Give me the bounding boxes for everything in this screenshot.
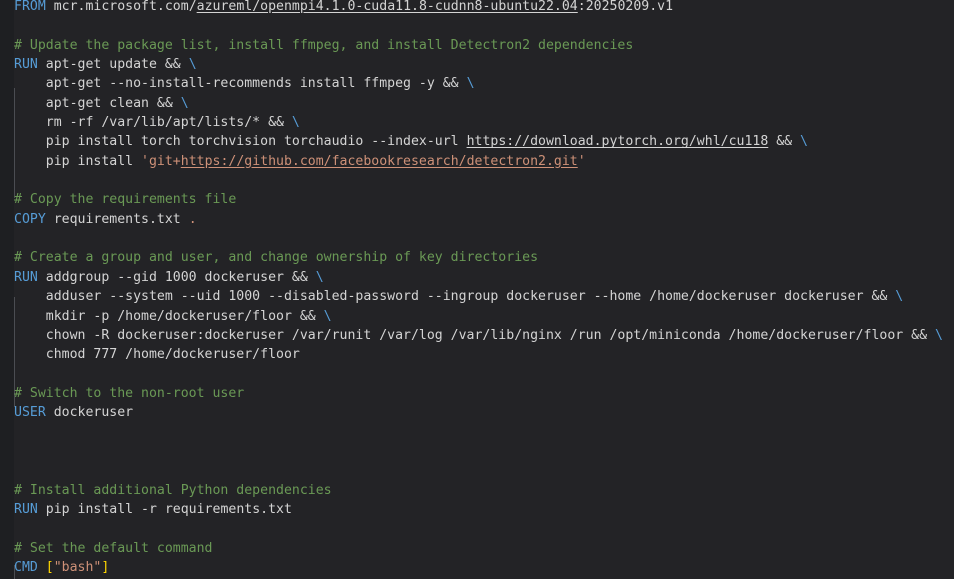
editor-gutter bbox=[0, 0, 14, 579]
code-line-7: apt-get clean && \ bbox=[14, 94, 954, 113]
command-text: apt-get clean && bbox=[14, 95, 181, 111]
cmd-keyword: CMD bbox=[14, 559, 38, 575]
line-continuation: \ bbox=[466, 76, 475, 92]
code-line-4: # Update the package list, install ffmpe… bbox=[14, 36, 954, 55]
code-line-5: RUN apt-get update && \ bbox=[14, 55, 954, 74]
code-line-25-blank bbox=[14, 442, 954, 461]
copy-keyword: COPY bbox=[14, 211, 46, 227]
image-prefix: mcr.microsoft.com/ bbox=[53, 0, 197, 14]
code-line-6: apt-get --no-install-recommends install … bbox=[14, 74, 954, 93]
base-image-link[interactable]: azureml/openmpi4.1.0-cuda11.8-cudnn8-ubu… bbox=[197, 0, 578, 14]
comment-text: # Update the package list, install ffmpe… bbox=[14, 37, 634, 53]
code-content[interactable]: # Use a GPU-enabled base image for Azure… bbox=[14, 0, 954, 579]
run-keyword: RUN bbox=[14, 501, 38, 517]
comment-text: # Install additional Python dependencies bbox=[14, 482, 332, 498]
code-line-3-blank bbox=[14, 16, 954, 35]
cmd-string: "bash" bbox=[53, 559, 102, 575]
command-text: pip install torch torchvision torchaudio… bbox=[14, 134, 467, 150]
line-continuation: \ bbox=[188, 57, 197, 73]
code-line-17: adduser --system --uid 1000 --disabled-p… bbox=[14, 287, 954, 306]
command-text: dockeruser bbox=[45, 405, 134, 421]
line-continuation: \ bbox=[935, 327, 943, 343]
code-line-24-blank bbox=[14, 423, 954, 442]
run-keyword: RUN bbox=[14, 269, 38, 285]
line-continuation: \ bbox=[800, 134, 808, 150]
comment-text: # Switch to the non-root user bbox=[14, 385, 245, 401]
code-line-11-blank bbox=[14, 171, 954, 190]
command-text: pip install bbox=[14, 153, 142, 169]
line-continuation: \ bbox=[315, 269, 324, 285]
from-keyword: FROM bbox=[14, 0, 46, 14]
command-text: apt-get update && bbox=[37, 57, 189, 73]
code-line-15: # Create a group and user, and change ow… bbox=[14, 248, 954, 267]
code-line-29-blank bbox=[14, 519, 954, 538]
comment-text: # Create a group and user, and change ow… bbox=[14, 250, 539, 266]
command-tail: && bbox=[768, 134, 801, 150]
code-editor[interactable]: # Use a GPU-enabled base image for Azure… bbox=[0, 0, 954, 579]
command-text: pip install -r requirements.txt bbox=[37, 501, 292, 517]
code-line-28: RUN pip install -r requirements.txt bbox=[14, 500, 954, 519]
command-text: addgroup --gid 1000 dockeruser && bbox=[37, 269, 316, 285]
code-line-13: COPY requirements.txt . bbox=[14, 210, 954, 229]
code-line-26-blank bbox=[14, 461, 954, 480]
command-text: adduser --system --uid 1000 --disabled-p… bbox=[14, 289, 896, 305]
bracket-close: ] bbox=[101, 559, 110, 575]
run-keyword: RUN bbox=[14, 57, 38, 73]
code-line-18: mkdir -p /home/dockeruser/floor && \ bbox=[14, 307, 954, 326]
code-line-10: pip install 'git+https://github.com/face… bbox=[14, 152, 954, 171]
command-text: apt-get --no-install-recommends install … bbox=[14, 76, 467, 92]
code-line-27: # Install additional Python dependencies bbox=[14, 481, 954, 500]
code-line-8: rm -rf /var/lib/apt/lists/* && \ bbox=[14, 113, 954, 132]
comment-text: # Set the default command bbox=[14, 540, 213, 556]
command-text: chmod 777 /home/dockeruser/floor bbox=[14, 347, 300, 363]
string-close: ' bbox=[577, 153, 586, 169]
code-line-23: USER dockeruser bbox=[14, 403, 954, 422]
code-line-19: chown -R dockeruser:dockeruser /var/runi… bbox=[14, 326, 954, 345]
code-line-12: # Copy the requirements file bbox=[14, 190, 954, 209]
copy-destination: . bbox=[188, 211, 197, 227]
command-text: rm -rf /var/lib/apt/lists/* && bbox=[14, 115, 292, 131]
code-line-22: # Switch to the non-root user bbox=[14, 384, 954, 403]
command-text: requirements.txt bbox=[45, 211, 189, 227]
image-tag: :20250209.v1 bbox=[577, 0, 674, 14]
code-line-2: FROM mcr.microsoft.com/azureml/openmpi4.… bbox=[14, 0, 954, 16]
command-text: mkdir -p /home/dockeruser/floor && bbox=[14, 308, 324, 324]
detectron2-repo-link[interactable]: https://github.com/facebookresearch/dete… bbox=[181, 154, 578, 169]
user-keyword: USER bbox=[14, 405, 46, 421]
line-continuation: \ bbox=[291, 115, 300, 131]
code-line-20: chmod 777 /home/dockeruser/floor bbox=[14, 345, 954, 364]
string-open: 'git+ bbox=[141, 153, 181, 169]
code-line-21-blank bbox=[14, 365, 954, 384]
command-text: chown -R dockeruser:dockeruser /var/runi… bbox=[14, 327, 935, 343]
pytorch-index-url-link[interactable]: https://download.pytorch.org/whl/cu118 bbox=[467, 134, 769, 149]
code-line-9: pip install torch torchvision torchaudio… bbox=[14, 132, 954, 151]
bracket-open: [ bbox=[45, 559, 54, 575]
code-line-14-blank bbox=[14, 229, 954, 248]
line-continuation: \ bbox=[895, 289, 904, 305]
code-line-30: # Set the default command bbox=[14, 539, 954, 558]
code-line-16: RUN addgroup --gid 1000 dockeruser && \ bbox=[14, 268, 954, 287]
line-continuation: \ bbox=[180, 95, 189, 111]
code-line-31: CMD ["bash"] bbox=[14, 558, 954, 577]
comment-text: # Copy the requirements file bbox=[14, 192, 237, 208]
line-continuation: \ bbox=[323, 308, 332, 324]
